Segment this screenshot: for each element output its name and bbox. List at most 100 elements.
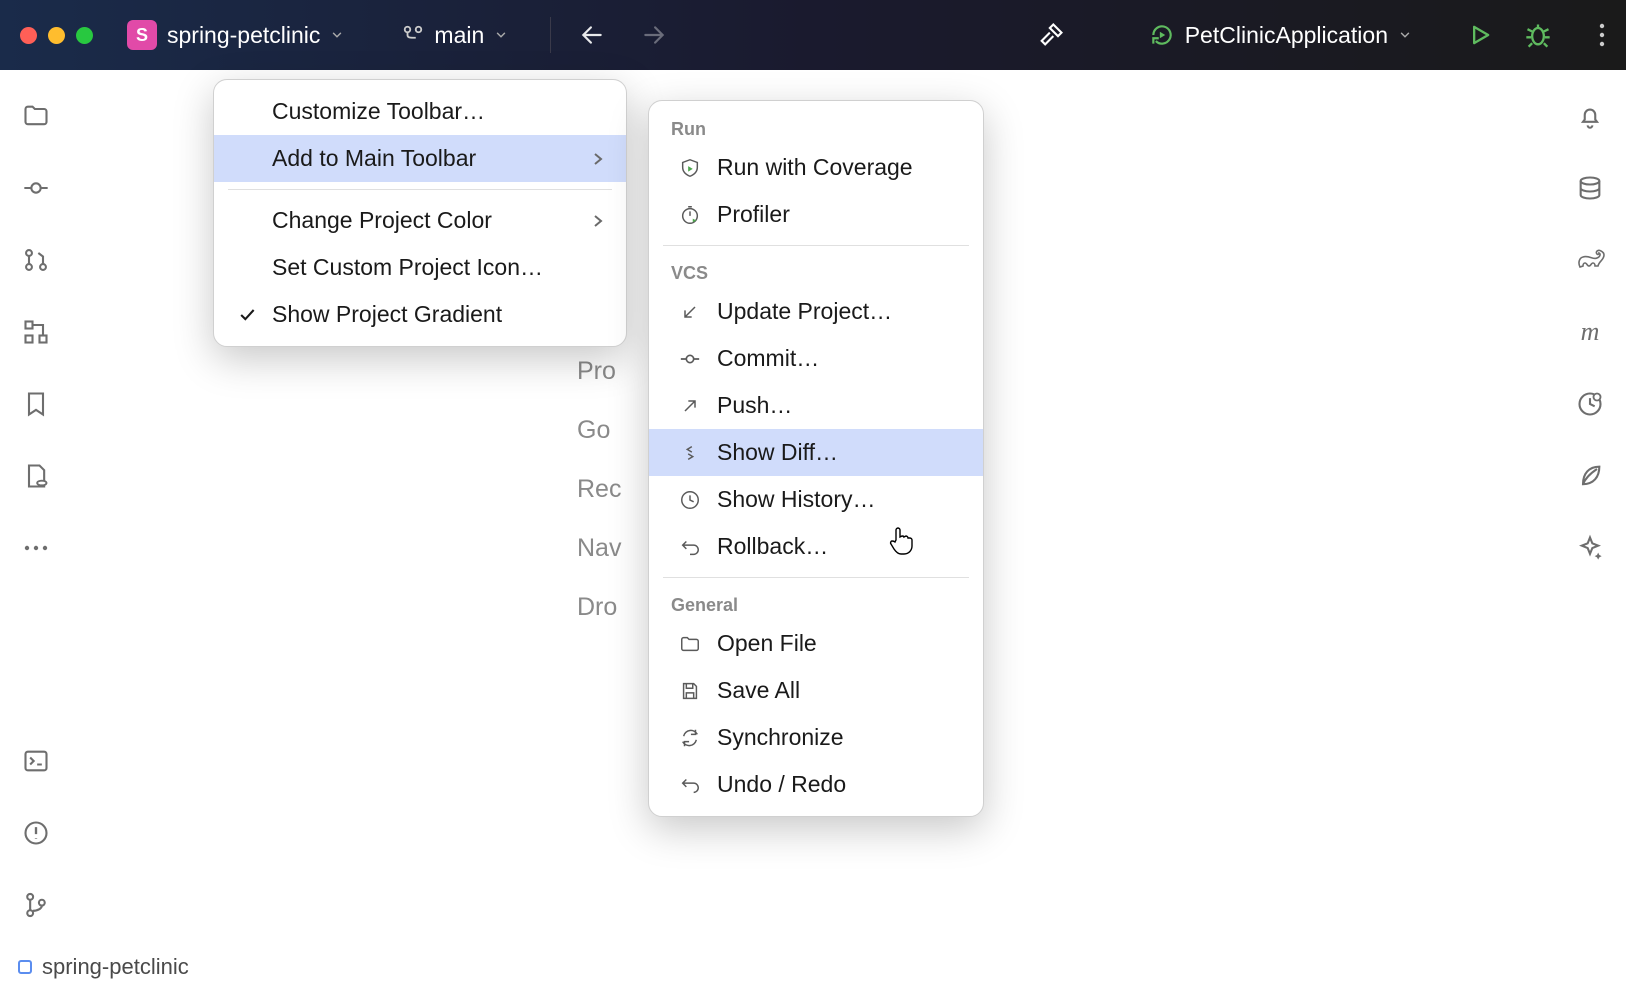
database-file-tool-button[interactable] (18, 458, 54, 494)
file-db-icon (22, 462, 50, 490)
bug-icon (1524, 21, 1552, 49)
database-tool-button[interactable] (1572, 170, 1608, 206)
menu-section-header: General (649, 585, 983, 620)
folder-icon (677, 631, 703, 657)
menu-item-label: Synchronize (717, 724, 844, 751)
bookmarks-tool-button[interactable] (18, 386, 54, 422)
shield-play-icon (677, 155, 703, 181)
sparkle-icon (1576, 534, 1604, 562)
gradle-tool-button[interactable] (1572, 242, 1608, 278)
titlebar: S spring-petclinic main PetClinicApplica… (0, 0, 1626, 70)
submenu-item-push[interactable]: Push… (649, 382, 983, 429)
menu-section-header: Run (649, 109, 983, 144)
minimize-window-button[interactable] (48, 27, 65, 44)
menu-item-show-project-gradient[interactable]: Show Project Gradient (214, 291, 626, 338)
commit-tool-button[interactable] (18, 170, 54, 206)
problems-tool-button[interactable] (18, 815, 54, 851)
run-button[interactable] (1458, 13, 1502, 57)
play-icon (1466, 21, 1494, 49)
submenu-item-profiler[interactable]: Profiler (649, 191, 983, 238)
bell-icon (1576, 102, 1604, 130)
menu-item-set-custom-icon[interactable]: Set Custom Project Icon… (214, 244, 626, 291)
menu-item-label: Show Diff… (717, 439, 838, 466)
status-project-label[interactable]: spring-petclinic (42, 954, 189, 980)
chevron-right-icon (592, 213, 604, 229)
run-configuration-selector[interactable]: PetClinicApplication (1137, 16, 1424, 55)
submenu-item-undo-redo[interactable]: Undo / Redo (649, 761, 983, 808)
sync-icon (677, 725, 703, 751)
terminal-icon (22, 747, 50, 775)
maven-tool-button[interactable]: m (1572, 314, 1608, 350)
chevron-down-icon (330, 28, 344, 42)
menu-separator (228, 189, 612, 190)
submenu-item-rollback[interactable]: Rollback… (649, 523, 983, 570)
pull-requests-tool-button[interactable] (18, 242, 54, 278)
menu-item-label: Show Project Gradient (272, 301, 502, 328)
menu-item-label: Run with Coverage (717, 154, 913, 181)
menu-item-change-project-color[interactable]: Change Project Color (214, 197, 626, 244)
coverage-tool-button[interactable] (1572, 386, 1608, 422)
submenu-item-save-all[interactable]: Save All (649, 667, 983, 714)
submenu-item-show-diff[interactable]: Show Diff… (649, 429, 983, 476)
menu-item-label: Add to Main Toolbar (272, 145, 476, 172)
submenu-item-open-file[interactable]: Open File (649, 620, 983, 667)
stopwatch-icon (677, 202, 703, 228)
arrow-up-right-icon (677, 393, 703, 419)
arrow-left-icon (579, 22, 605, 48)
spring-tool-button[interactable] (1572, 458, 1608, 494)
build-button[interactable] (1029, 13, 1073, 57)
submenu-item-run-with-coverage[interactable]: Run with Coverage (649, 144, 983, 191)
debug-button[interactable] (1516, 13, 1560, 57)
more-tools-button[interactable] (18, 530, 54, 566)
undo-icon (677, 534, 703, 560)
structure-icon (22, 318, 50, 346)
menu-item-label: Save All (717, 677, 800, 704)
clock-icon (677, 487, 703, 513)
submenu-item-commit[interactable]: Commit… (649, 335, 983, 382)
menu-item-label: Show History… (717, 486, 875, 513)
menu-item-customize-toolbar[interactable]: Customize Toolbar… (214, 88, 626, 135)
project-selector[interactable]: S spring-petclinic (115, 14, 356, 56)
leaf-icon (1576, 462, 1604, 490)
close-window-button[interactable] (20, 27, 37, 44)
more-button[interactable] (1590, 13, 1614, 57)
add-to-toolbar-submenu: Run Run with Coverage Profiler VCS Updat… (648, 100, 984, 817)
pull-request-icon (22, 246, 50, 274)
right-tool-rail: m (1554, 70, 1626, 943)
bookmark-icon (22, 390, 50, 418)
submenu-item-show-history[interactable]: Show History… (649, 476, 983, 523)
branch-icon (402, 24, 424, 46)
structure-tool-button[interactable] (18, 314, 54, 350)
menu-item-add-to-main-toolbar[interactable]: Add to Main Toolbar (214, 135, 626, 182)
maximize-window-button[interactable] (76, 27, 93, 44)
hint-fragment: Dro (577, 593, 617, 621)
chevron-down-icon (494, 28, 508, 42)
gradle-icon (1575, 248, 1605, 272)
folder-icon (22, 102, 50, 130)
more-vertical-icon (1598, 21, 1606, 49)
submenu-item-synchronize[interactable]: Synchronize (649, 714, 983, 761)
toolbar-context-menu: Customize Toolbar… Add to Main Toolbar C… (213, 79, 627, 347)
arrow-down-left-icon (677, 299, 703, 325)
project-tool-button[interactable] (18, 98, 54, 134)
vcs-tool-button[interactable] (18, 887, 54, 923)
menu-item-label: Set Custom Project Icon… (272, 254, 543, 281)
undo-arrow-icon (677, 772, 703, 798)
notifications-tool-button[interactable] (1572, 98, 1608, 134)
target-icon (1576, 390, 1604, 418)
menu-item-label: Open File (717, 630, 817, 657)
ai-assistant-tool-button[interactable] (1572, 530, 1608, 566)
vcs-branch-selector[interactable]: main (388, 16, 522, 55)
nav-back-button[interactable] (579, 22, 605, 48)
maven-icon: m (1581, 317, 1600, 347)
git-branch-icon (22, 891, 50, 919)
hammer-icon (1037, 21, 1065, 49)
menu-separator (663, 245, 969, 246)
menu-item-label: Push… (717, 392, 792, 419)
save-icon (677, 678, 703, 704)
menu-item-label: Rollback… (717, 533, 828, 560)
submenu-item-update-project[interactable]: Update Project… (649, 288, 983, 335)
nav-forward-button[interactable] (641, 22, 667, 48)
project-name-label: spring-petclinic (167, 22, 320, 49)
terminal-tool-button[interactable] (18, 743, 54, 779)
